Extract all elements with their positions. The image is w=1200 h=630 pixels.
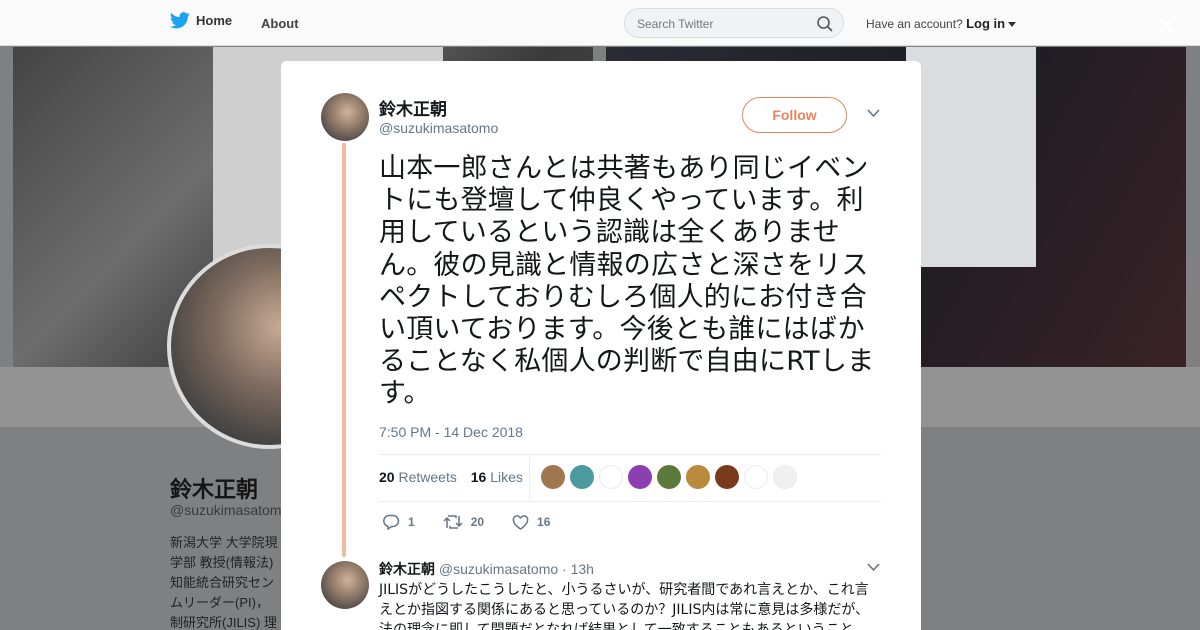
- thread-connector-line: [342, 143, 346, 557]
- reply-author-handle[interactable]: @suzukimasatomo: [439, 561, 558, 577]
- retweet-label: Retweets: [398, 469, 457, 485]
- nav-home-label: Home: [196, 13, 233, 28]
- like-action-count: 16: [537, 515, 551, 529]
- liker-avatar[interactable]: [599, 465, 623, 489]
- tweet-actions: 1 20 16: [383, 514, 578, 530]
- retweet-action-count: 20: [470, 515, 485, 529]
- divider: [379, 501, 881, 502]
- liker-avatars: [541, 465, 797, 489]
- account-menu[interactable]: Have an account? Log in: [866, 16, 1017, 31]
- retweet-action[interactable]: 20: [443, 515, 484, 529]
- liker-avatar[interactable]: [657, 465, 681, 489]
- tweet-stats: 20 Retweets 16 Likes: [379, 469, 523, 485]
- stats-separator: [529, 456, 530, 500]
- reply-action[interactable]: 1: [383, 514, 415, 530]
- chevron-down-icon[interactable]: [867, 563, 880, 572]
- reply-count: 1: [408, 515, 415, 529]
- tweet-text: 山本一郎さんとは共著もあり同じイベントにも登壇して仲良くやっています。利用してい…: [379, 153, 875, 410]
- divider: [379, 454, 881, 455]
- tweet-timestamp[interactable]: 7:50 PM - 14 Dec 2018: [379, 424, 523, 440]
- reply-author-name[interactable]: 鈴木正朝: [379, 561, 435, 577]
- close-icon[interactable]: [1154, 13, 1178, 37]
- like-count: 16: [470, 469, 487, 485]
- tweet-permalink-modal: 鈴木正朝 @suzukimasatomo Follow 山本一郎さんとは共著もあ…: [281, 61, 921, 630]
- profile-handle: @suzukimasatomo: [170, 502, 290, 518]
- follow-button[interactable]: Follow: [742, 97, 847, 133]
- tweet-author-avatar[interactable]: [321, 93, 369, 141]
- search-input[interactable]: Search Twitter: [624, 8, 844, 38]
- search-placeholder: Search Twitter: [637, 17, 714, 31]
- like-action[interactable]: 16: [512, 514, 551, 530]
- like-label: Likes: [490, 469, 523, 485]
- reply-header: 鈴木正朝 @suzukimasatomo · 13h: [379, 559, 594, 579]
- liker-avatar[interactable]: [715, 465, 739, 489]
- liker-avatar[interactable]: [628, 465, 652, 489]
- tweet-author-handle[interactable]: @suzukimasatomo: [379, 120, 498, 136]
- liker-avatar[interactable]: [570, 465, 594, 489]
- liker-avatar[interactable]: [541, 465, 565, 489]
- tweet-author-name[interactable]: 鈴木正朝: [379, 95, 447, 120]
- heart-icon: [512, 514, 529, 530]
- nav-home-link[interactable]: Home: [170, 12, 232, 29]
- retweet-count: 20: [379, 469, 395, 485]
- reply-text: JILISがどうしたこうしたと、小うるさいが、研究者間であれ言えとか、これ言えと…: [379, 582, 870, 630]
- caret-down-icon: [1008, 22, 1017, 27]
- liker-avatar[interactable]: [744, 465, 768, 489]
- reply-age[interactable]: · 13h: [562, 561, 594, 577]
- chevron-down-icon[interactable]: [867, 109, 880, 118]
- nav-about-link[interactable]: About: [261, 16, 299, 31]
- login-link[interactable]: Log in: [966, 16, 1005, 31]
- search-icon[interactable]: [816, 15, 834, 33]
- liker-avatar[interactable]: [686, 465, 710, 489]
- likes-stat[interactable]: 16 Likes: [471, 469, 523, 485]
- top-navigation-bar: Home About Search Twitter Have an accoun…: [0, 0, 1200, 46]
- retweets-stat[interactable]: 20 Retweets: [379, 469, 457, 485]
- twitter-bird-icon: [170, 12, 190, 29]
- liker-avatar[interactable]: [773, 465, 797, 489]
- profile-name: 鈴木正朝: [170, 477, 259, 502]
- reply-icon: [383, 514, 400, 530]
- retweet-icon: [443, 515, 463, 529]
- profile-bio: 新潟大学 大学院現 学部 教授(情報法) 知能統合研究セン ムリーダー(PI)，…: [170, 535, 278, 630]
- account-prompt: Have an account?: [866, 17, 963, 31]
- reply-author-avatar[interactable]: [321, 561, 369, 609]
